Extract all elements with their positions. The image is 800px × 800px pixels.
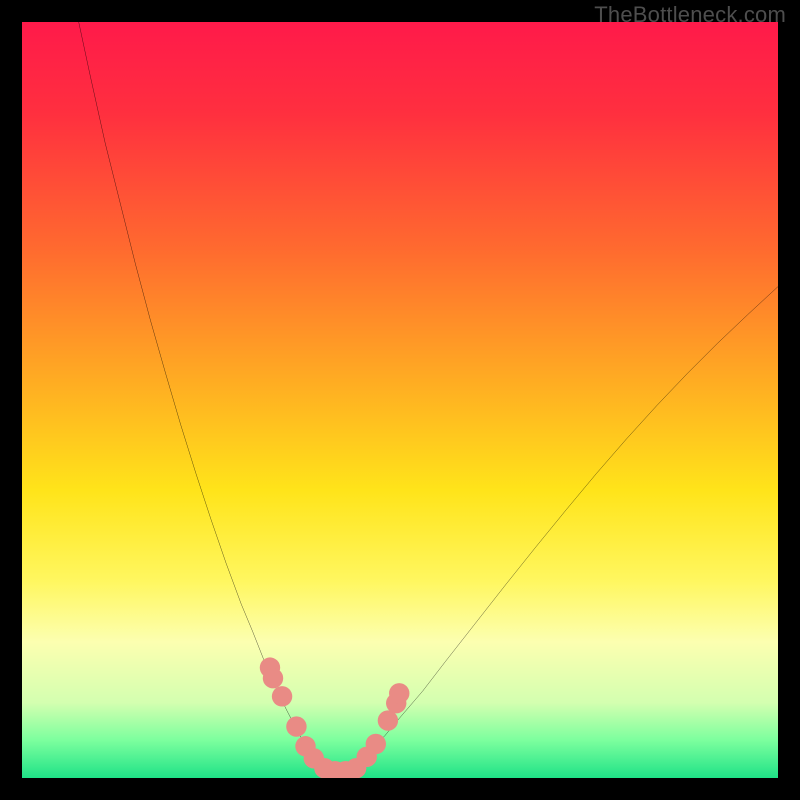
bead-marker — [286, 716, 306, 736]
chart-frame: TheBottleneck.com — [0, 0, 800, 800]
bead-marker — [263, 668, 283, 688]
bead-marker — [366, 734, 386, 754]
bottleneck-chart — [22, 22, 778, 778]
gradient-background — [22, 22, 778, 778]
bead-marker — [389, 683, 409, 703]
bead-marker — [378, 710, 398, 730]
bead-marker — [272, 686, 292, 706]
